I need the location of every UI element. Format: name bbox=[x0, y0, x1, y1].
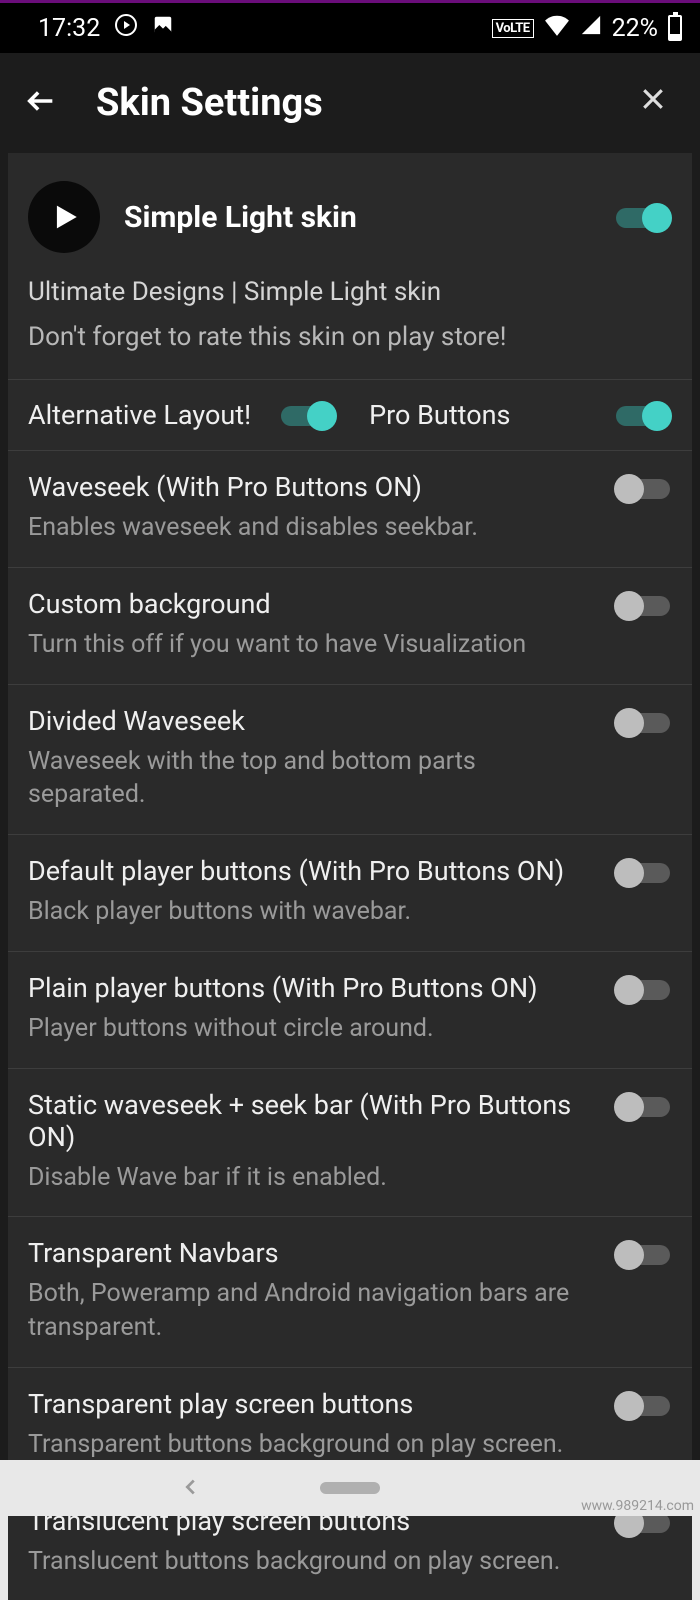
watermark: www.989214.com bbox=[581, 1498, 694, 1514]
setting-toggle[interactable] bbox=[614, 707, 672, 739]
page-title: Skin Settings bbox=[96, 81, 630, 125]
wifi-icon bbox=[544, 14, 570, 43]
setting-row[interactable]: Transparent Navbars Both, Poweramp and An… bbox=[8, 1217, 692, 1367]
alt-layout-label: Alternative Layout! bbox=[28, 399, 251, 431]
battery-icon bbox=[668, 15, 682, 41]
setting-title: Plain player buttons (With Pro Buttons O… bbox=[28, 972, 598, 1004]
settings-panel: Simple Light skin Ultimate Designs | Sim… bbox=[8, 153, 692, 1600]
image-icon bbox=[152, 14, 174, 43]
setting-subtitle: Black player buttons with wavebar. bbox=[28, 895, 598, 929]
setting-subtitle: Disable Wave bar if it is enabled. bbox=[28, 1161, 598, 1195]
pro-buttons-toggle[interactable] bbox=[614, 400, 672, 432]
setting-title: Transparent Navbars bbox=[28, 1237, 598, 1269]
signal-icon bbox=[580, 14, 602, 43]
app-bar: Skin Settings bbox=[0, 53, 700, 153]
battery-pct: 22% bbox=[612, 14, 658, 43]
status-right: VoLTE 22% bbox=[492, 14, 682, 43]
skin-play-icon bbox=[28, 181, 100, 253]
setting-toggle[interactable] bbox=[614, 1390, 672, 1422]
setting-row[interactable]: Default player buttons (With Pro Buttons… bbox=[8, 835, 692, 951]
setting-title: Custom background bbox=[28, 588, 598, 620]
setting-row[interactable]: Waveseek (With Pro Buttons ON) Enables wa… bbox=[8, 451, 692, 567]
alt-layout-toggle[interactable] bbox=[279, 400, 337, 432]
setting-subtitle: Transparent buttons background on play s… bbox=[28, 1428, 598, 1462]
setting-row[interactable]: Divided Waveseek Waveseek with the top an… bbox=[8, 685, 692, 835]
pro-buttons-label: Pro Buttons bbox=[369, 399, 510, 431]
setting-toggle[interactable] bbox=[614, 857, 672, 889]
setting-toggle[interactable] bbox=[614, 473, 672, 505]
setting-row[interactable]: Custom background Turn this off if you wa… bbox=[8, 568, 692, 684]
skin-header[interactable]: Simple Light skin bbox=[8, 153, 692, 273]
skin-title: Simple Light skin bbox=[124, 200, 614, 235]
volte-icon: VoLTE bbox=[492, 19, 534, 38]
skin-author-line: Ultimate Designs | Simple Light skin bbox=[28, 273, 672, 312]
setting-toggle[interactable] bbox=[614, 974, 672, 1006]
phone-frame: 17:32 VoLTE 22% Skin Settings bbox=[0, 0, 700, 1460]
setting-toggle[interactable] bbox=[614, 1239, 672, 1271]
nav-back-icon[interactable] bbox=[180, 1471, 202, 1506]
setting-title: Static waveseek + seek bar (With Pro But… bbox=[28, 1089, 598, 1153]
back-button[interactable] bbox=[24, 84, 72, 122]
setting-title: Transparent play screen buttons bbox=[28, 1388, 598, 1420]
setting-subtitle: Waveseek with the top and bottom parts s… bbox=[28, 745, 598, 813]
setting-title: Waveseek (With Pro Buttons ON) bbox=[28, 471, 598, 503]
setting-title: Default player buttons (With Pro Buttons… bbox=[28, 855, 598, 887]
skin-description: Ultimate Designs | Simple Light skin Don… bbox=[8, 273, 692, 379]
status-left: 17:32 bbox=[38, 13, 174, 44]
nav-home-pill[interactable] bbox=[320, 1482, 380, 1494]
setting-subtitle: Player buttons without circle around. bbox=[28, 1012, 598, 1046]
close-button[interactable] bbox=[630, 75, 676, 131]
setting-row[interactable]: Static waveseek + seek bar (With Pro But… bbox=[8, 1069, 692, 1217]
status-bar: 17:32 VoLTE 22% bbox=[0, 3, 700, 53]
setting-subtitle: Both, Poweramp and Android navigation ba… bbox=[28, 1277, 598, 1345]
inline-toggles-row: Alternative Layout! Pro Buttons bbox=[8, 380, 692, 450]
setting-toggle[interactable] bbox=[614, 590, 672, 622]
setting-subtitle: Turn this off if you want to have Visual… bbox=[28, 628, 598, 662]
setting-row[interactable]: Plain player buttons (With Pro Buttons O… bbox=[8, 952, 692, 1068]
setting-toggle[interactable] bbox=[614, 1091, 672, 1123]
skin-rate-line: Don't forget to rate this skin on play s… bbox=[28, 318, 672, 357]
setting-subtitle: Enables waveseek and disables seekbar. bbox=[28, 511, 598, 545]
setting-title: Divided Waveseek bbox=[28, 705, 598, 737]
setting-subtitle: Translucent buttons background on play s… bbox=[28, 1545, 598, 1579]
skin-enable-toggle[interactable] bbox=[614, 202, 672, 234]
settings-list: Waveseek (With Pro Buttons ON) Enables wa… bbox=[8, 451, 692, 1600]
status-time: 17:32 bbox=[38, 14, 100, 43]
play-circle-icon bbox=[114, 13, 138, 44]
